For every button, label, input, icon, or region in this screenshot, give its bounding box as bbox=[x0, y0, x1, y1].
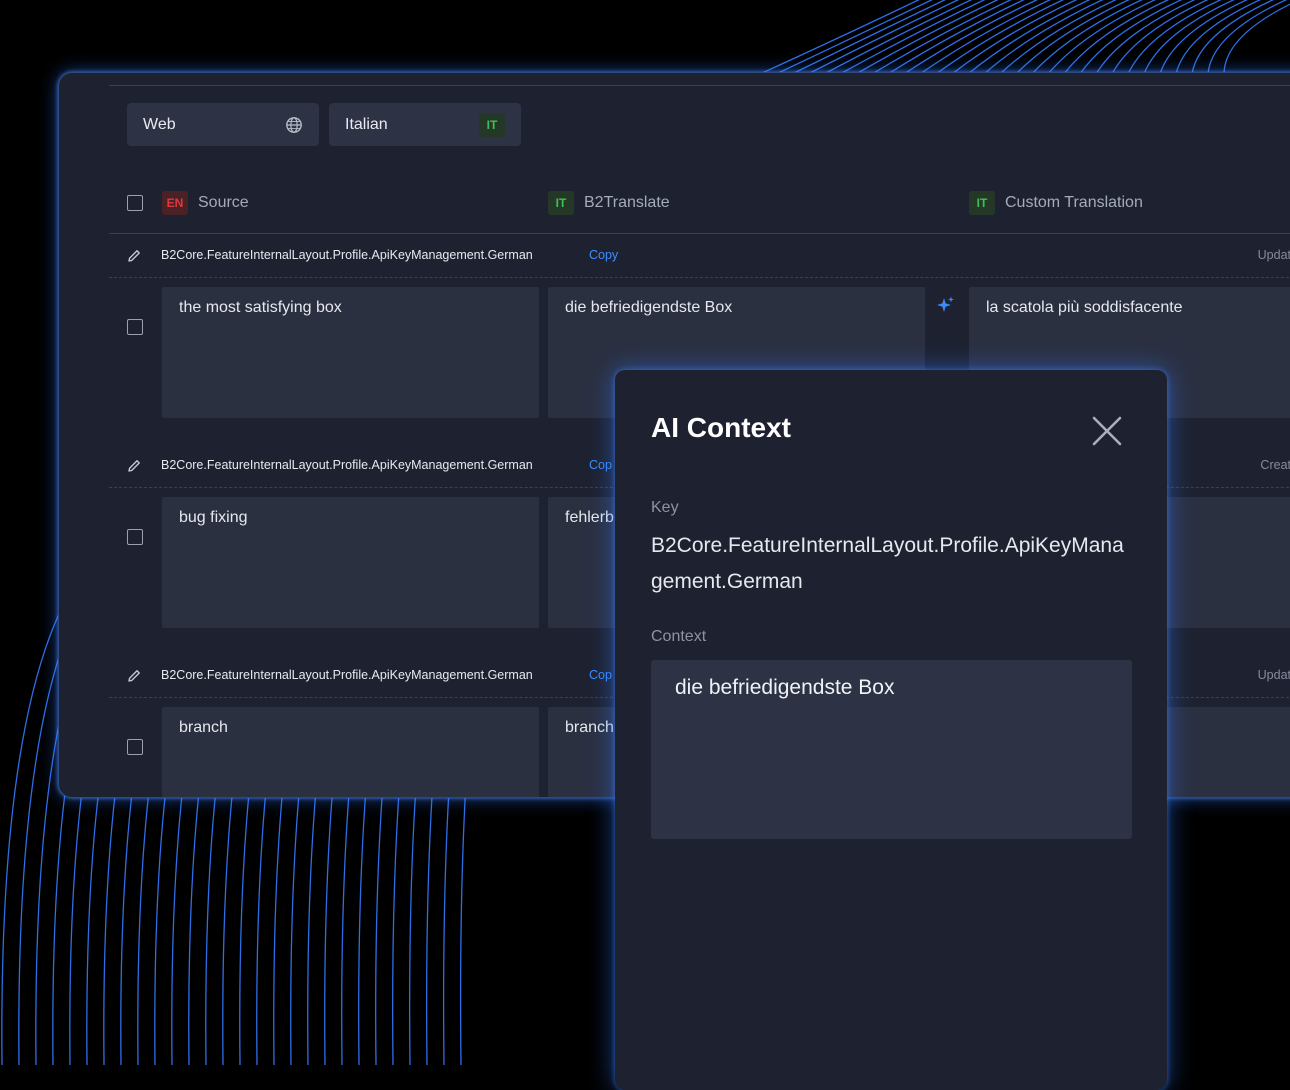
source-text-cell[interactable]: the most satisfying box bbox=[162, 287, 539, 418]
source-text-cell[interactable]: branch bbox=[162, 707, 539, 797]
column-header-b2translate[interactable]: IT B2Translate bbox=[548, 191, 670, 215]
key-value: B2Core.FeatureInternalLayout.Profile.Api… bbox=[651, 534, 1124, 593]
top-divider bbox=[109, 85, 1290, 86]
language-flag-badge: IT bbox=[479, 112, 505, 137]
translation-key: B2Core.FeatureInternalLayout.Profile.Api… bbox=[161, 668, 533, 682]
close-icon[interactable] bbox=[1091, 415, 1123, 447]
copy-link[interactable]: Copy bbox=[589, 248, 618, 262]
row-divider bbox=[109, 277, 1290, 278]
row-checkbox[interactable] bbox=[127, 319, 143, 335]
custom-column-label: Custom Translation bbox=[1005, 194, 1143, 211]
pencil-icon[interactable] bbox=[126, 668, 142, 684]
context-textarea[interactable]: die befriedigendste Box bbox=[651, 660, 1132, 839]
row-checkbox[interactable] bbox=[127, 529, 143, 545]
sparkle-icon[interactable] bbox=[936, 295, 956, 315]
source-lang-badge: EN bbox=[162, 191, 188, 215]
key-label: Key bbox=[651, 499, 679, 516]
custom-lang-badge: IT bbox=[969, 191, 995, 215]
row-status: Updat bbox=[1257, 668, 1290, 682]
column-header-source[interactable]: EN Source bbox=[162, 191, 249, 215]
globe-icon bbox=[286, 116, 302, 133]
platform-select[interactable]: Web bbox=[127, 103, 319, 146]
pencil-icon[interactable] bbox=[126, 248, 142, 264]
pencil-icon[interactable] bbox=[126, 458, 142, 474]
row-checkbox[interactable] bbox=[127, 739, 143, 755]
source-column-label: Source bbox=[198, 194, 249, 211]
language-select[interactable]: Italian IT bbox=[329, 103, 521, 146]
b2translate-lang-badge: IT bbox=[548, 191, 574, 215]
copy-link[interactable]: Cop bbox=[589, 668, 612, 682]
platform-select-value: Web bbox=[143, 115, 176, 133]
key-row: B2Core.FeatureInternalLayout.Profile.Api… bbox=[109, 234, 1290, 278]
b2translate-column-label: B2Translate bbox=[584, 194, 670, 211]
column-header-custom-translation[interactable]: IT Custom Translation bbox=[969, 191, 1143, 215]
row-status: Creat bbox=[1260, 458, 1290, 472]
select-all-checkbox[interactable] bbox=[127, 195, 143, 211]
translation-key: B2Core.FeatureInternalLayout.Profile.Api… bbox=[161, 458, 533, 472]
modal-title: AI Context bbox=[651, 412, 791, 443]
row-status: Updat bbox=[1257, 248, 1290, 262]
translation-key: B2Core.FeatureInternalLayout.Profile.Api… bbox=[161, 248, 533, 262]
source-text-cell[interactable]: bug fixing bbox=[162, 497, 539, 628]
language-select-value: Italian bbox=[345, 115, 388, 133]
copy-link[interactable]: Cop bbox=[589, 458, 612, 472]
context-label: Context bbox=[651, 628, 707, 645]
ai-context-modal: AI Context Key B2Core.FeatureInternalLay… bbox=[615, 370, 1167, 1090]
